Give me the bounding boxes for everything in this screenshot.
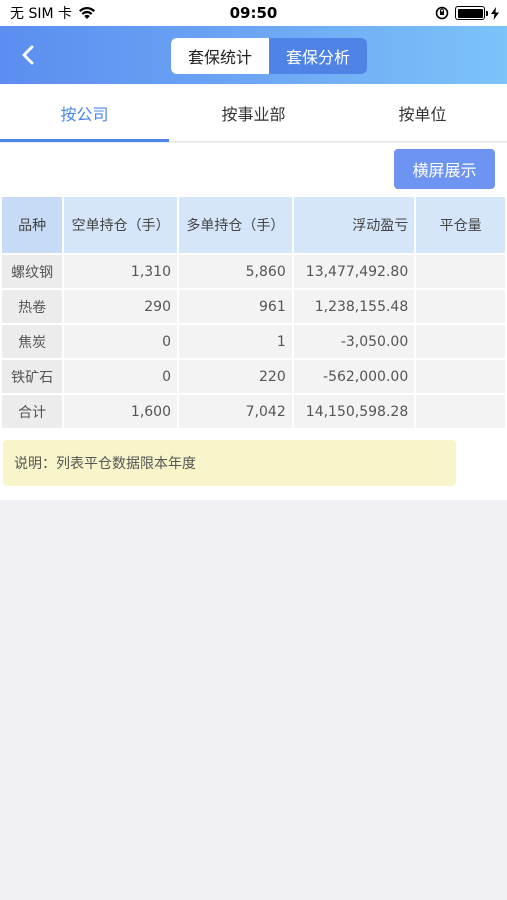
segment-hedge-stats[interactable]: 套保统计: [171, 38, 269, 74]
cell-short: 290: [62, 288, 179, 325]
back-button[interactable]: [10, 38, 46, 72]
cell-closed: [414, 253, 507, 290]
segmented-control: 套保统计 套保分析: [171, 38, 367, 74]
tab-by-company[interactable]: 按公司: [0, 84, 169, 142]
table-header-row: 品种 空单持仓（手） 多单持仓（手） 浮动盈亏 平仓量: [0, 195, 507, 255]
cell-variety: 焦炭: [0, 323, 65, 360]
cell-long: 7,042: [177, 393, 294, 430]
tab-bar: 按公司 按事业部 按单位: [0, 84, 507, 142]
battery-icon: [455, 6, 488, 20]
cell-pnl: 1,238,155.48: [291, 288, 417, 325]
cell-long: 220: [177, 358, 294, 395]
table-row: 焦炭 0 1 -3,050.00: [0, 323, 507, 360]
tab-by-unit[interactable]: 按单位: [338, 84, 507, 141]
cell-pnl: 14,150,598.28: [291, 393, 417, 430]
table-total-row: 合计 1,600 7,042 14,150,598.28: [0, 393, 507, 430]
data-table: 品种 空单持仓（手） 多单持仓（手） 浮动盈亏 平仓量 螺纹钢 1,310 5,…: [0, 195, 507, 430]
header-long-position: 多单持仓（手）: [177, 195, 294, 255]
cell-pnl: -3,050.00: [291, 323, 417, 360]
header-closed-volume: 平仓量: [414, 195, 507, 255]
chevron-left-icon: [22, 45, 34, 65]
status-right: [435, 6, 499, 20]
carrier-label: 无 SIM 卡: [10, 6, 72, 22]
header-floating-pnl: 浮动盈亏: [291, 195, 417, 255]
cell-short: 0: [62, 358, 179, 395]
cell-closed: [414, 393, 507, 430]
table-row: 热卷 290 961 1,238,155.48: [0, 288, 507, 325]
charging-icon: [491, 6, 499, 20]
table-row: 螺纹钢 1,310 5,860 13,477,492.80: [0, 253, 507, 290]
table-row: 铁矿石 0 220 -562,000.00: [0, 358, 507, 395]
cell-pnl: 13,477,492.80: [291, 253, 417, 290]
cell-long: 5,860: [177, 253, 294, 290]
cell-closed: [414, 358, 507, 395]
cell-long: 961: [177, 288, 294, 325]
segment-hedge-analysis[interactable]: 套保分析: [269, 38, 367, 74]
cell-variety: 合计: [0, 393, 65, 430]
landscape-view-button[interactable]: 横屏展示: [394, 149, 495, 189]
cell-variety: 热卷: [0, 288, 65, 325]
tab-by-division[interactable]: 按事业部: [169, 84, 338, 141]
cell-closed: [414, 288, 507, 325]
cell-pnl: -562,000.00: [291, 358, 417, 395]
header-variety: 品种: [0, 195, 65, 255]
cell-short: 1,600: [62, 393, 179, 430]
content-panel: 横屏展示 品种 空单持仓（手） 多单持仓（手） 浮动盈亏 平仓量 螺纹钢 1,3…: [0, 143, 507, 500]
cell-variety: 螺纹钢: [0, 253, 65, 290]
table-scroll-area[interactable]: 品种 空单持仓（手） 多单持仓（手） 浮动盈亏 平仓量 螺纹钢 1,310 5,…: [0, 195, 507, 431]
cell-closed: [414, 323, 507, 360]
cell-short: 1,310: [62, 253, 179, 290]
nav-bar: 套保统计 套保分析: [0, 26, 507, 84]
status-bar: 无 SIM 卡 09:50: [0, 0, 507, 26]
status-left: 无 SIM 卡: [10, 3, 96, 23]
cell-long: 1: [177, 323, 294, 360]
cell-short: 0: [62, 323, 179, 360]
orientation-lock-icon: [435, 6, 449, 20]
cell-variety: 铁矿石: [0, 358, 65, 395]
wifi-icon: [79, 6, 95, 19]
note-banner: 说明：列表平仓数据限本年度: [3, 440, 456, 486]
header-short-position: 空单持仓（手）: [62, 195, 179, 255]
